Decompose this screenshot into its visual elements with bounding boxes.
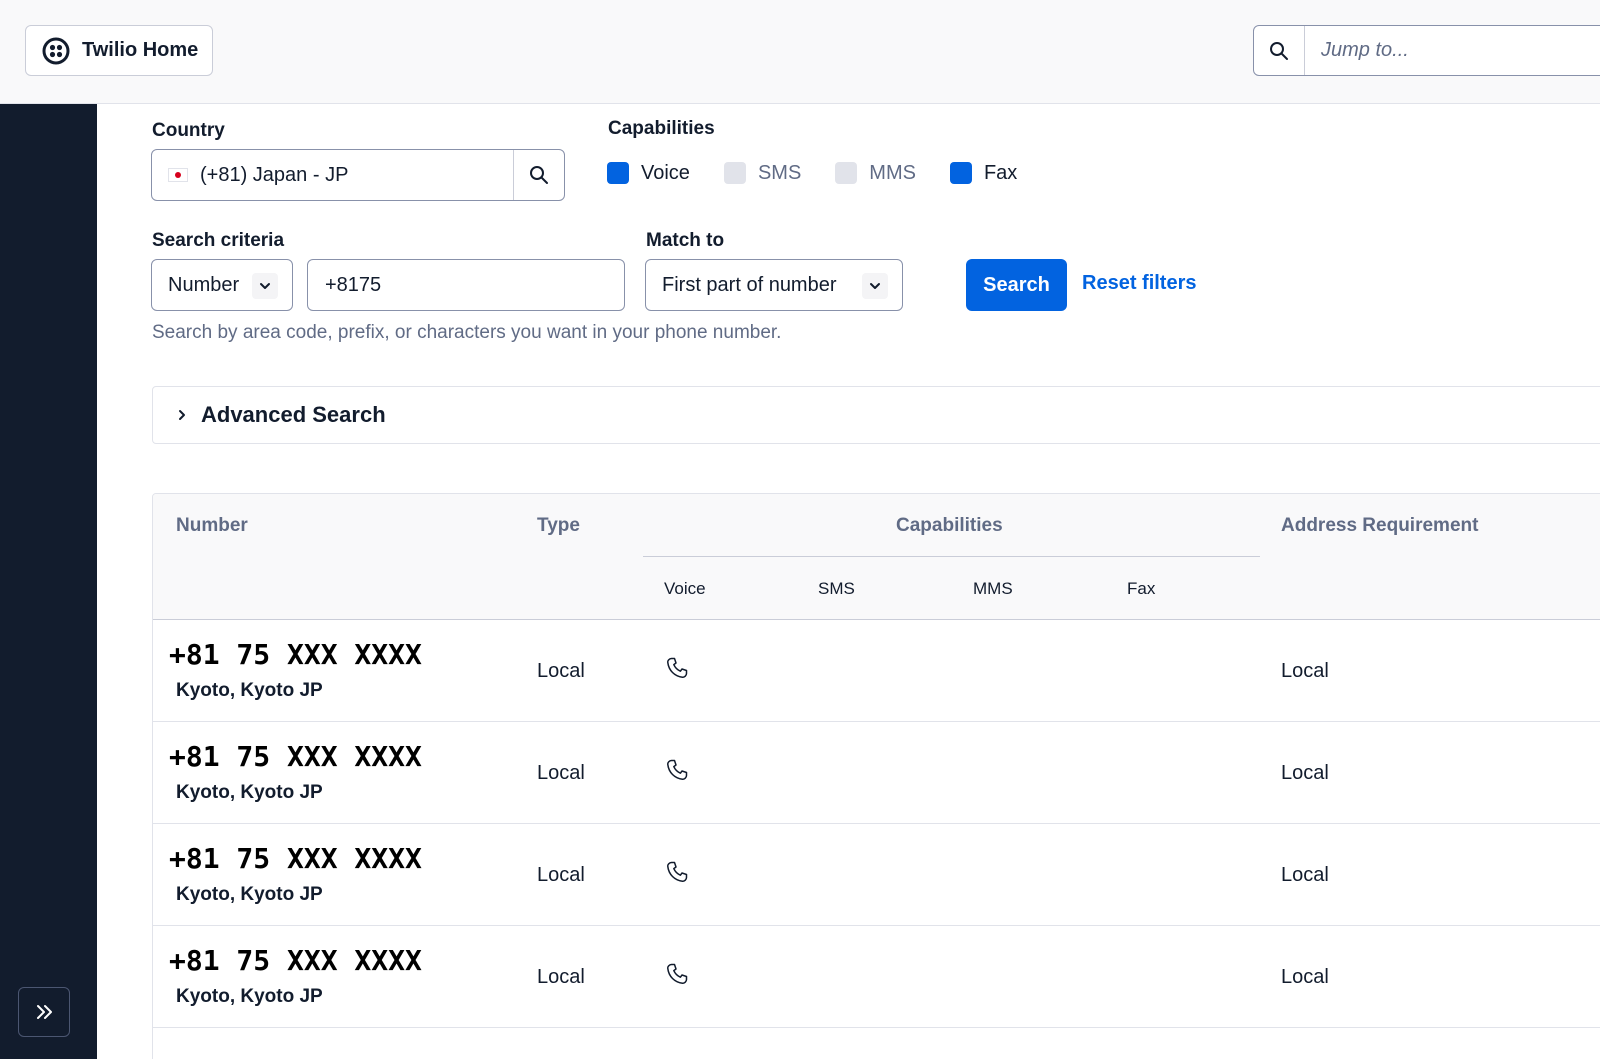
voice-phone-icon: [667, 759, 688, 780]
top-bar: Twilio Home: [0, 0, 1600, 104]
japan-flag-icon: [168, 168, 188, 182]
subheader-mms: MMS: [973, 579, 1013, 598]
checkbox-mms[interactable]: MMS: [835, 162, 916, 185]
search-icon: [530, 166, 548, 184]
phone-location: Kyoto, Kyoto JP: [176, 782, 323, 803]
number-type: Local: [537, 762, 585, 784]
phone-number: +81 75 XXX XXXX: [169, 842, 422, 875]
checkbox-mms-label: MMS: [869, 161, 916, 184]
column-header-number: Number: [176, 515, 248, 536]
advanced-search-toggle[interactable]: Advanced Search: [152, 386, 1600, 444]
phone-number: +81 75 XXX XXXX: [169, 638, 422, 671]
number-type: Local: [537, 660, 585, 682]
checkbox-voice-box[interactable]: [607, 162, 629, 184]
voice-phone-icon: [667, 657, 688, 678]
search-icon[interactable]: [1254, 26, 1305, 75]
twilio-logo-icon: [42, 37, 70, 64]
chevron-down-icon: [252, 273, 278, 299]
reset-filters-link[interactable]: Reset filters: [1082, 272, 1197, 295]
search-help-text: Search by area code, prefix, or characte…: [152, 322, 782, 343]
double-chevron-right-icon: [37, 1005, 52, 1019]
number-input[interactable]: +8175: [307, 259, 625, 311]
column-header-capabilities: Capabilities: [896, 515, 1003, 536]
column-header-type: Type: [537, 515, 580, 536]
checkbox-voice-label: Voice: [641, 161, 690, 184]
address-requirement: Local: [1281, 966, 1329, 988]
phone-location: Kyoto, Kyoto JP: [176, 884, 323, 905]
table-row[interactable]: +81 75 XXX XXXX Kyoto, Kyoto JP Local Lo…: [153, 722, 1600, 824]
results-table: Number Type Capabilities Address Require…: [152, 493, 1600, 1059]
table-row[interactable]: +81 75 XXX XXXX Kyoto, Kyoto JP Local Lo…: [153, 824, 1600, 926]
checkbox-sms-box[interactable]: [723, 162, 746, 184]
subheader-fax: Fax: [1127, 579, 1156, 598]
checkbox-fax-label: Fax: [983, 161, 1018, 184]
chevron-right-icon: [179, 410, 185, 420]
match-to-value: First part of number: [662, 273, 837, 296]
phone-location: Kyoto, Kyoto JP: [176, 680, 323, 701]
jump-to-search[interactable]: [1253, 25, 1600, 76]
phone-number: +81 75 XXX XXXX: [169, 740, 422, 773]
match-to-label: Match to: [646, 230, 725, 251]
number-type: Local: [537, 966, 585, 988]
advanced-search-label: Advanced Search: [201, 402, 386, 427]
checkbox-voice[interactable]: Voice: [607, 162, 690, 185]
twilio-home-button[interactable]: Twilio Home: [25, 25, 213, 76]
capabilities-label: Capabilities: [608, 118, 715, 139]
country-label: Country: [152, 120, 225, 141]
search-criteria-label: Search criteria: [152, 230, 285, 251]
capabilities-divider: [643, 556, 1260, 557]
country-search-button[interactable]: [513, 150, 564, 200]
phone-number: +81 75 XXX XXXX: [169, 944, 422, 977]
address-requirement: Local: [1281, 660, 1329, 682]
checkbox-sms-label: SMS: [757, 161, 802, 184]
table-row[interactable]: +81 75 XXX XXXX Kyoto, Kyoto JP Local Lo…: [153, 926, 1600, 1028]
sidebar: [0, 104, 97, 1059]
checkbox-fax-box[interactable]: [949, 162, 972, 184]
search-criteria-value: Number: [168, 273, 240, 296]
voice-phone-icon: [667, 963, 688, 984]
capabilities-checkboxes: Voice SMS MMS Fax: [607, 158, 1051, 188]
country-value[interactable]: (+81) Japan - JP: [152, 150, 513, 200]
country-select[interactable]: (+81) Japan - JP: [151, 149, 565, 201]
twilio-home-label: Twilio Home: [82, 39, 199, 61]
checkbox-sms[interactable]: SMS: [723, 161, 802, 185]
column-header-address-requirement: Address Requirement: [1281, 515, 1479, 536]
table-header: Number Type Capabilities Address Require…: [153, 494, 1600, 620]
address-requirement: Local: [1281, 864, 1329, 886]
jump-to-input[interactable]: [1305, 26, 1600, 75]
subheader-sms: SMS: [818, 579, 855, 598]
expand-sidebar-button[interactable]: [18, 987, 70, 1037]
number-input-value: +8175: [325, 273, 382, 296]
address-requirement: Local: [1281, 762, 1329, 784]
number-type: Local: [537, 864, 585, 886]
match-to-select[interactable]: First part of number: [645, 259, 903, 311]
voice-phone-icon: [667, 861, 688, 882]
phone-location: Kyoto, Kyoto JP: [176, 986, 323, 1007]
search-criteria-select[interactable]: Number: [151, 259, 293, 311]
chevron-down-icon: [862, 273, 888, 299]
subheader-voice: Voice: [664, 579, 706, 598]
table-row[interactable]: +81 75 XXX XXXX Kyoto, Kyoto JP Local Lo…: [153, 620, 1600, 722]
country-value-text: (+81) Japan - JP: [200, 163, 349, 186]
checkbox-mms-box[interactable]: [835, 162, 858, 184]
checkbox-fax[interactable]: Fax: [949, 161, 1018, 185]
search-button[interactable]: Search: [966, 259, 1067, 311]
